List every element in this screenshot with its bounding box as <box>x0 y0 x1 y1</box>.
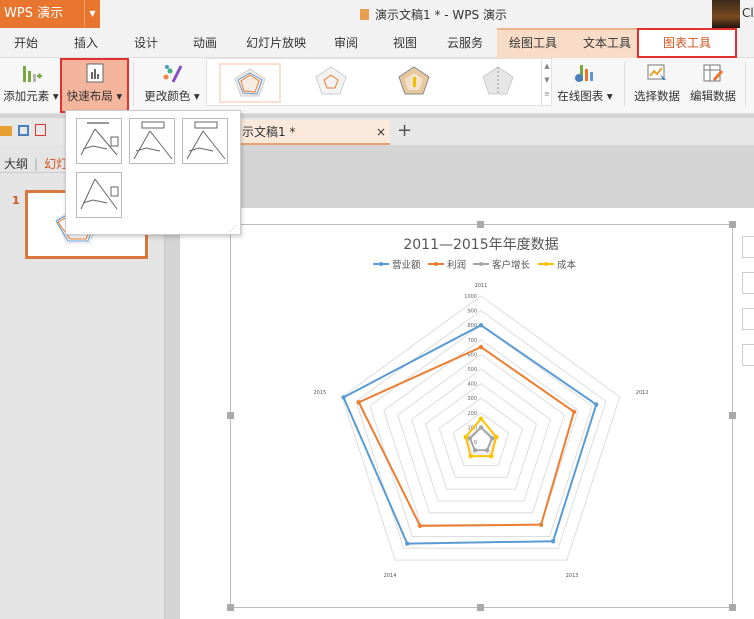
data-point <box>494 434 499 440</box>
data-point <box>484 448 490 453</box>
chart-legend: 营业额 利润 客户增长 成本 <box>373 259 577 271</box>
axis-tick-label: 400 <box>467 382 477 388</box>
legend-label: 客户增长 <box>492 259 531 271</box>
data-point <box>489 453 494 459</box>
data-point <box>468 453 473 459</box>
data-point <box>550 539 556 544</box>
data-point <box>404 541 410 546</box>
data-point <box>478 425 484 430</box>
data-point <box>356 400 362 405</box>
layout-option-4[interactable] <box>76 172 122 218</box>
data-point <box>478 323 484 328</box>
layout-option-3[interactable] <box>182 118 228 164</box>
legend-label: 利润 <box>447 259 466 271</box>
legend-marker <box>379 262 383 266</box>
axis-tick-label: 500 <box>467 367 477 373</box>
data-point <box>489 436 495 441</box>
data-point <box>341 395 346 400</box>
grid-ring <box>410 368 552 502</box>
category-label: 2011 <box>475 283 488 289</box>
legend-marker <box>544 262 548 266</box>
category-label: 2015 <box>313 390 326 396</box>
legend-label: 营业额 <box>392 259 421 271</box>
chart-title: 2011—2015年年度数据 <box>403 237 558 253</box>
data-point <box>478 344 484 350</box>
data-point <box>538 522 544 527</box>
axis-tick-label: 0 <box>474 440 477 446</box>
axis-tick-label: 900 <box>467 309 477 315</box>
data-point <box>478 416 484 421</box>
data-point <box>467 436 473 441</box>
category-label: 2014 <box>384 573 397 579</box>
data-point <box>571 409 577 414</box>
category-label: 2013 <box>566 573 579 579</box>
legend-label: 成本 <box>557 259 577 271</box>
axis-tick-label: 300 <box>467 396 477 402</box>
axis-tick-label: 200 <box>467 411 477 417</box>
resize-grip-icon[interactable]: ⋰ <box>229 224 237 233</box>
axis-tick-label: 1000 <box>464 294 477 300</box>
legend-marker <box>434 262 438 266</box>
category-label: 2012 <box>636 390 649 396</box>
data-point <box>472 448 478 453</box>
data-point <box>417 523 423 529</box>
layout-option-1[interactable] <box>76 118 122 164</box>
data-point <box>594 402 599 407</box>
layout-option-2[interactable] <box>129 118 175 164</box>
axis-tick-label: 700 <box>467 338 477 344</box>
radar-chart: 2011—2015年年度数据 营业额 利润 客户增长 成本 0100200300400… <box>313 237 649 579</box>
quick-layout-dropdown: ⋰ <box>65 110 241 235</box>
data-point <box>463 434 468 440</box>
legend-marker <box>479 262 483 266</box>
